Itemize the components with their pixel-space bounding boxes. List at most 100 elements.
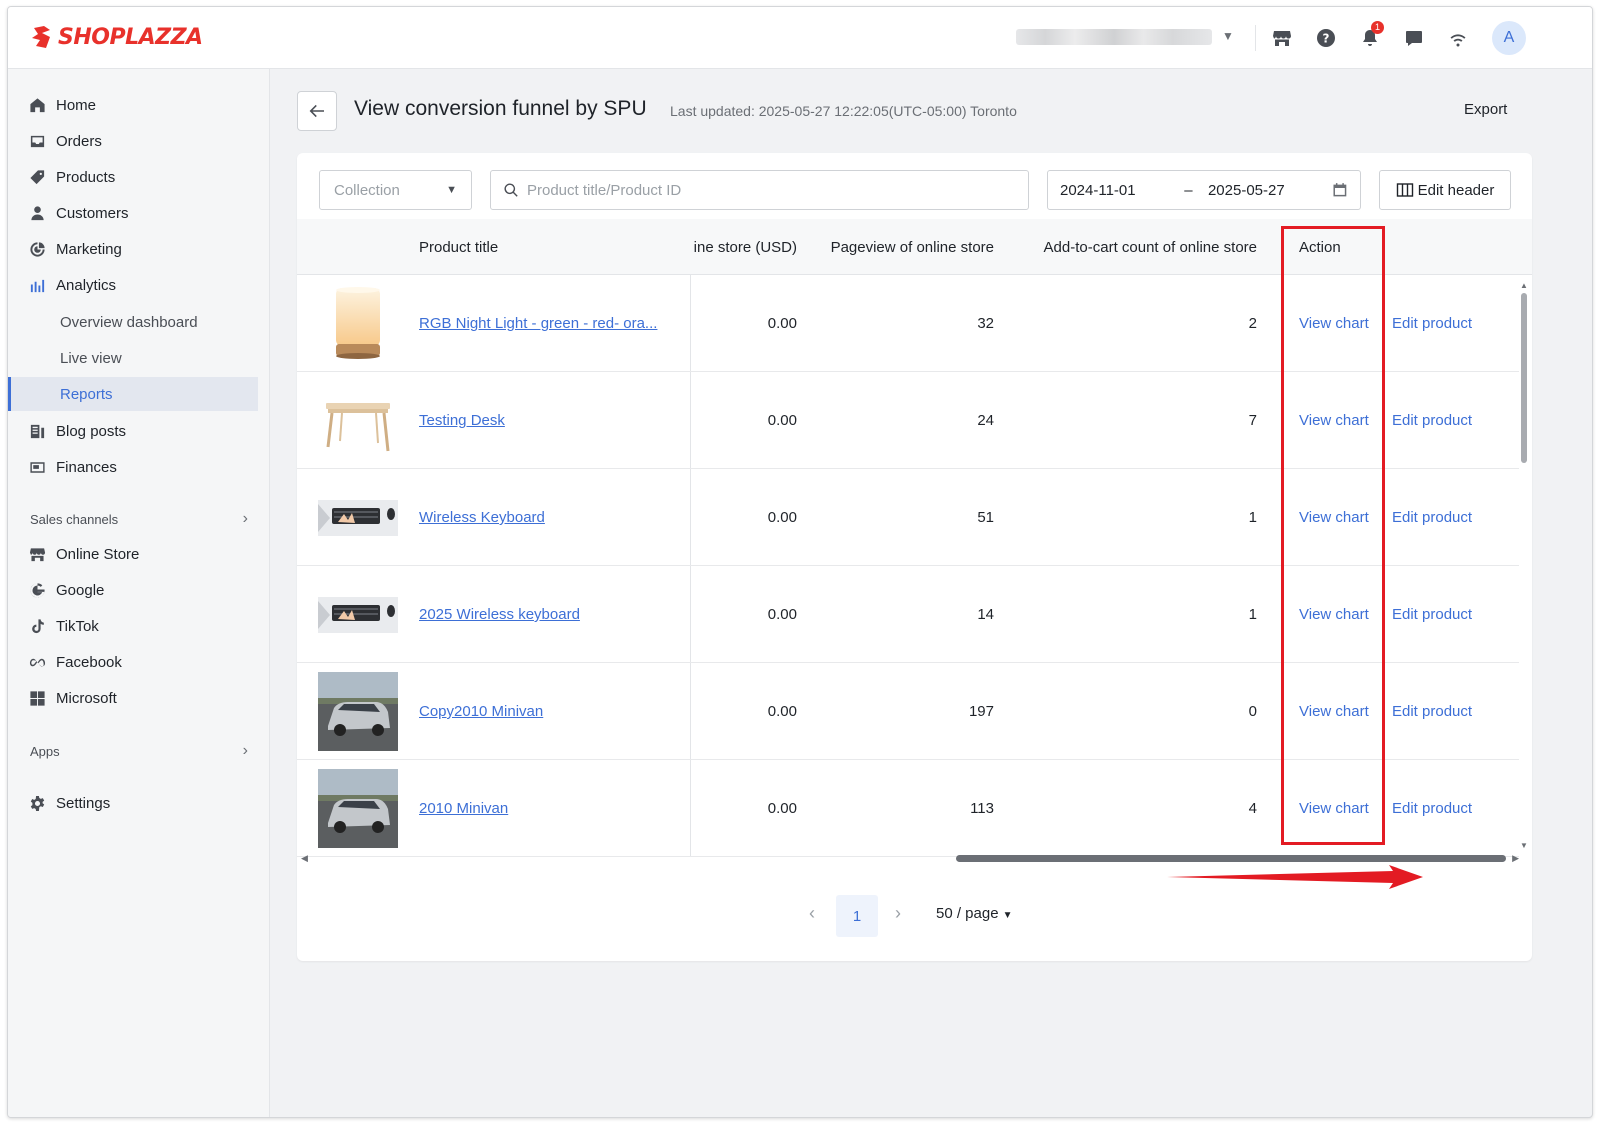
product-title-link[interactable]: Testing Desk: [419, 372, 669, 469]
shoplazza-logo-mark-icon: [32, 26, 50, 48]
google-icon: [28, 581, 46, 599]
date-end[interactable]: 2025-05-27: [1208, 182, 1332, 199]
search-input[interactable]: [527, 181, 1007, 199]
store-selector-caret-icon[interactable]: ▼: [1222, 29, 1234, 43]
collection-select-placeholder: Collection: [334, 181, 400, 199]
page-number-button[interactable]: 1: [836, 895, 878, 937]
wifi-icon[interactable]: [1445, 25, 1471, 51]
svg-text:?: ?: [1323, 32, 1330, 46]
horizontal-scrollbar[interactable]: ◀ ▶: [301, 853, 1519, 863]
product-title-link[interactable]: RGB Night Light - green - red- ora...: [419, 275, 669, 372]
sidebar-item-settings[interactable]: Settings: [8, 785, 270, 821]
sidebar-item-label: Home: [56, 96, 97, 114]
scroll-left-icon[interactable]: ◀: [301, 853, 308, 864]
table-row: Copy2010 Minivan 0.00 197 0 View chart E…: [297, 663, 1519, 760]
column-header-add-to-cart[interactable]: Add-to-cart count of online store: [1007, 219, 1257, 275]
minivan-image-icon: [318, 672, 398, 751]
bell-icon[interactable]: 1: [1357, 21, 1384, 51]
date-start[interactable]: 2024-11-01: [1060, 182, 1184, 199]
sidebar-item-reports[interactable]: Reports: [8, 377, 258, 411]
sidebar-item-orders[interactable]: Orders: [8, 123, 270, 159]
store-selector[interactable]: [1016, 29, 1212, 45]
page-size-label: 50 / page: [936, 905, 999, 922]
sidebar-item-products[interactable]: Products: [8, 159, 270, 195]
sidebar-item-google[interactable]: Google: [8, 572, 270, 608]
view-chart-link[interactable]: View chart: [1299, 663, 1369, 760]
collection-select[interactable]: Collection ▼: [319, 170, 472, 210]
user-avatar[interactable]: A: [1492, 21, 1526, 55]
column-header-sales[interactable]: ine store (USD): [692, 219, 797, 275]
meta-icon: [28, 653, 46, 671]
edit-product-link[interactable]: Edit product: [1392, 760, 1472, 857]
lamp-image-icon: [336, 287, 380, 359]
column-header-pageview[interactable]: Pageview of online store: [807, 219, 994, 275]
edit-header-button[interactable]: Edit header: [1379, 170, 1511, 210]
apps-section[interactable]: Apps ›: [30, 738, 248, 764]
sales-cell: 0.00: [767, 509, 797, 526]
sidebar-item-microsoft[interactable]: Microsoft: [8, 680, 270, 716]
help-icon[interactable]: ?: [1313, 25, 1339, 51]
vertical-scrollbar-thumb[interactable]: [1521, 293, 1527, 463]
back-button[interactable]: [297, 91, 337, 131]
arrow-left-icon: [309, 104, 324, 118]
sidebar-item-customers[interactable]: Customers: [8, 195, 270, 231]
column-divider: [690, 566, 691, 662]
edit-product-link[interactable]: Edit product: [1392, 566, 1472, 663]
sidebar-item-label: Settings: [56, 794, 111, 812]
view-chart-link[interactable]: View chart: [1299, 469, 1369, 566]
chat-icon[interactable]: [1401, 25, 1427, 51]
vertical-scrollbar[interactable]: ▲ ▼: [1519, 281, 1528, 851]
apps-label: Apps: [30, 743, 60, 759]
edit-product-link[interactable]: Edit product: [1392, 469, 1472, 566]
chevron-right-icon[interactable]: ›: [895, 903, 901, 924]
sidebar-item-online-store[interactable]: Online Store: [8, 536, 270, 572]
edit-product-link[interactable]: Edit product: [1392, 663, 1472, 760]
sidebar-item-label: Analytics: [56, 276, 117, 294]
pageview-cell: 24: [977, 412, 994, 429]
sidebar-item-overview-dashboard[interactable]: Overview dashboard: [8, 305, 270, 339]
sidebar-item-home[interactable]: Home: [8, 87, 270, 123]
page-size-select[interactable]: 50 / page ▼: [936, 905, 1012, 922]
search-icon: [504, 183, 518, 197]
date-range-picker[interactable]: 2024-11-01 – 2025-05-27: [1047, 170, 1361, 210]
add-to-cart-cell: 4: [1248, 800, 1257, 817]
scroll-right-icon[interactable]: ▶: [1512, 853, 1519, 864]
column-divider: [690, 663, 691, 759]
edit-product-link[interactable]: Edit product: [1392, 275, 1472, 372]
sidebar-item-finances[interactable]: Finances: [8, 449, 270, 485]
sales-channels-section[interactable]: Sales channels ›: [30, 506, 248, 532]
add-to-cart-cell: 0: [1248, 703, 1257, 720]
horizontal-scrollbar-thumb[interactable]: [956, 855, 1506, 862]
sidebar-item-facebook[interactable]: Facebook: [8, 644, 270, 680]
page-title: View conversion funnel by SPU: [354, 97, 647, 120]
sidebar-item-tiktok[interactable]: TikTok: [8, 608, 270, 644]
product-title-link[interactable]: Copy2010 Minivan: [419, 663, 669, 760]
orders-icon: [28, 132, 46, 150]
minivan-image-icon: [318, 769, 398, 848]
scroll-up-icon[interactable]: ▲: [1520, 281, 1528, 290]
product-search[interactable]: [490, 170, 1029, 210]
view-chart-link[interactable]: View chart: [1299, 372, 1369, 469]
view-chart-link[interactable]: View chart: [1299, 275, 1369, 372]
sidebar-item-analytics[interactable]: Analytics: [8, 267, 270, 303]
product-title-link[interactable]: Wireless Keyboard: [419, 469, 669, 566]
product-title-link[interactable]: 2010 Minivan: [419, 760, 669, 857]
sidebar-item-label: Blog posts: [56, 422, 127, 440]
columns-icon: [1396, 183, 1413, 197]
sales-channels-label: Sales channels: [30, 511, 119, 527]
export-button[interactable]: Export: [1464, 101, 1507, 118]
view-chart-link[interactable]: View chart: [1299, 566, 1369, 663]
sidebar-item-live-view[interactable]: Live view: [8, 341, 270, 375]
sidebar-item-blog-posts[interactable]: Blog posts: [8, 413, 270, 449]
view-chart-link[interactable]: View chart: [1299, 760, 1369, 857]
scroll-down-icon[interactable]: ▼: [1520, 841, 1528, 850]
storefront-icon[interactable]: [1269, 25, 1295, 51]
shoplazza-logo[interactable]: SHOPLAZZA: [30, 24, 203, 50]
blog-icon: [28, 422, 46, 440]
product-title-link[interactable]: 2025 Wireless keyboard: [419, 566, 669, 663]
edit-product-link[interactable]: Edit product: [1392, 372, 1472, 469]
report-card: Collection ▼ 2024-11-01 – 2025-05-27 Edi…: [297, 153, 1532, 961]
sidebar-item-marketing[interactable]: Marketing: [8, 231, 270, 267]
chevron-left-icon[interactable]: ‹: [809, 903, 815, 924]
column-header-product-title[interactable]: Product title: [419, 219, 669, 275]
